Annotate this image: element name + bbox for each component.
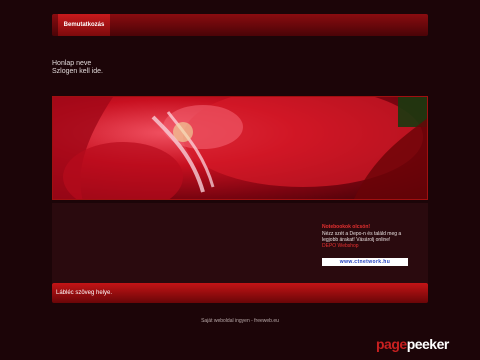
promo-title[interactable]: Notebookok olcsón! bbox=[322, 224, 370, 230]
top-navigation-bar: Bemutatkozás bbox=[52, 14, 428, 36]
promo-link[interactable]: DEPO Webshop bbox=[322, 243, 359, 249]
pagepeeker-watermark: pagepeeker bbox=[376, 336, 449, 352]
nav-item-bemutatkozas[interactable]: Bemutatkozás bbox=[58, 14, 110, 36]
footer-bar: Lábléc szöveg helye. bbox=[52, 283, 428, 303]
main-content-area: Notebookok olcsón! Nézz szét a Depo-n és… bbox=[52, 203, 428, 283]
site-name: Honlap neve bbox=[52, 60, 92, 67]
header-banner-image bbox=[52, 96, 428, 200]
promo-description: Nézz szét a Depo-n és találd meg a legjo… bbox=[322, 231, 402, 243]
site-slogan: Szlogen kell ide. bbox=[52, 68, 103, 75]
nav-item-label: Bemutatkozás bbox=[63, 22, 105, 28]
watermark-part2: peeker bbox=[406, 336, 450, 352]
promo-block: Nézz szét a Depo-n és találd meg a legjo… bbox=[322, 231, 414, 249]
red-flower-image bbox=[53, 97, 427, 199]
ctnetwork-banner-link[interactable]: www.ctnetwork.hu bbox=[322, 258, 408, 266]
credit-link[interactable]: Saját weboldal ingyen - freeweb.eu bbox=[0, 318, 480, 324]
footer-text: Lábléc szöveg helye. bbox=[56, 290, 113, 296]
watermark-part1: page bbox=[376, 336, 407, 352]
